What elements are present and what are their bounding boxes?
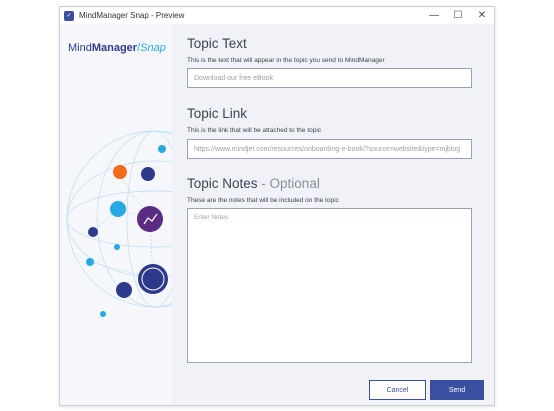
logo-text-snap: Snap xyxy=(140,42,166,54)
maximize-button[interactable]: ☐ xyxy=(446,7,470,24)
window-title: MindManager Snap - Preview xyxy=(79,11,185,20)
logo-text-mind: Mind xyxy=(68,42,92,54)
network-node-orange xyxy=(113,165,127,179)
preview-window: ✓ MindManager Snap - Preview — ☐ ✕ MindM… xyxy=(59,6,495,406)
title-bar: ✓ MindManager Snap - Preview — ☐ ✕ xyxy=(60,7,494,25)
window-controls: — ☐ ✕ xyxy=(422,7,494,24)
cancel-button[interactable]: Cancel xyxy=(369,380,426,400)
topic-text-title: Topic Text xyxy=(187,36,247,51)
network-node xyxy=(141,167,155,181)
network-node xyxy=(86,258,94,266)
topic-notes-description: These are the notes that will be include… xyxy=(187,197,339,204)
topic-link-input[interactable]: https://www.mindjet.com/resources/onboar… xyxy=(187,139,472,159)
network-globe-illustration xyxy=(66,130,172,317)
topic-link-title: Topic Link xyxy=(187,106,248,121)
close-button[interactable]: ✕ xyxy=(470,7,494,24)
network-node xyxy=(116,282,132,298)
topic-notes-textarea[interactable]: Enter Notes xyxy=(187,208,472,363)
app-icon: ✓ xyxy=(64,10,74,21)
branding-panel: MindManager/Snap xyxy=(60,24,172,405)
network-node xyxy=(158,145,166,153)
calendar-node-icon xyxy=(110,201,126,217)
topic-text-input[interactable]: Download our free eBook xyxy=(187,68,472,88)
form-panel: Topic Text This is the text that will ap… xyxy=(172,24,494,405)
send-button[interactable]: Send xyxy=(430,380,484,400)
topic-text-description: This is the text that will appear in the… xyxy=(187,57,385,64)
topic-link-description: This is the link that will be attached t… xyxy=(187,127,322,134)
logo-text-manager: Manager xyxy=(91,42,138,54)
network-node xyxy=(100,311,106,317)
network-node xyxy=(88,227,98,237)
topic-notes-title: Topic Notes - Optional xyxy=(187,176,320,191)
mindmanager-snap-logo: MindManager/Snap xyxy=(68,42,166,54)
topic-notes-title-text: Topic Notes xyxy=(187,176,258,191)
network-node xyxy=(114,244,120,250)
minimize-button[interactable]: — xyxy=(422,7,446,24)
optional-label: - Optional xyxy=(257,176,320,191)
